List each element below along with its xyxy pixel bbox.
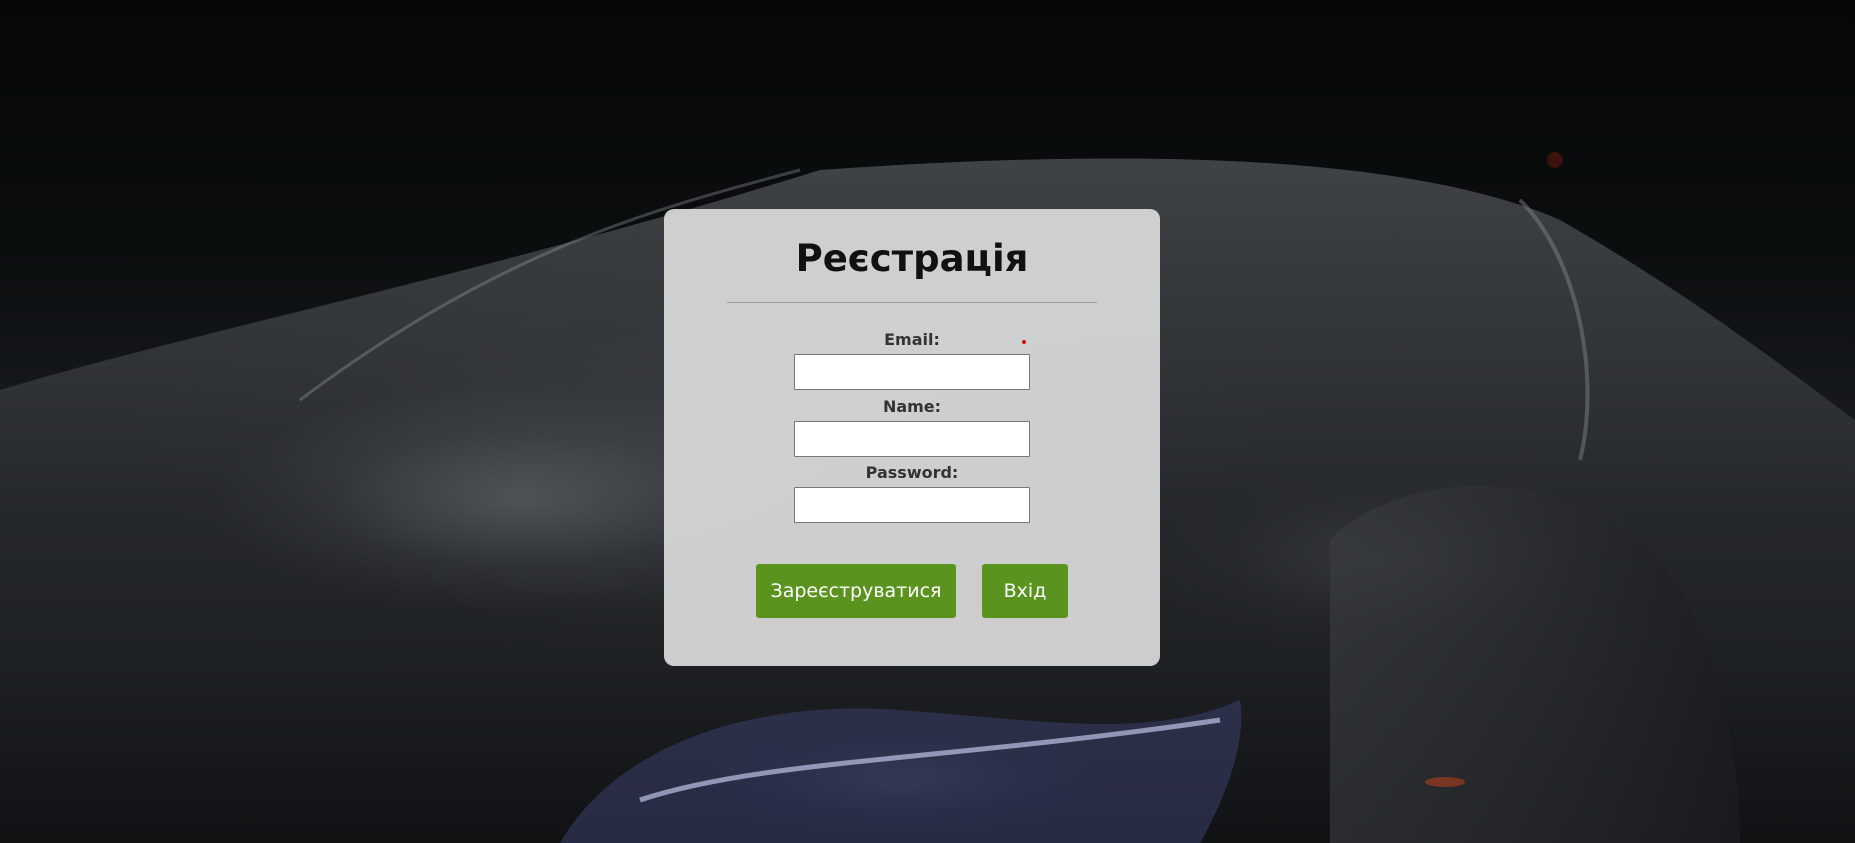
email-field[interactable] [794,354,1030,390]
name-label: Name: [882,397,942,416]
login-button[interactable]: Вхід [982,564,1068,618]
required-marker [1022,340,1026,344]
title-divider [727,302,1097,303]
password-label: Password: [865,463,959,482]
email-label: Email: [884,330,940,349]
page-title: Реєстрація [795,237,1029,280]
register-button[interactable]: Зареєструватися [756,564,956,618]
registration-panel: Реєстрація Email: Name: Password: Зареєс… [664,209,1160,666]
password-field[interactable] [794,487,1030,523]
name-field[interactable] [794,421,1030,457]
